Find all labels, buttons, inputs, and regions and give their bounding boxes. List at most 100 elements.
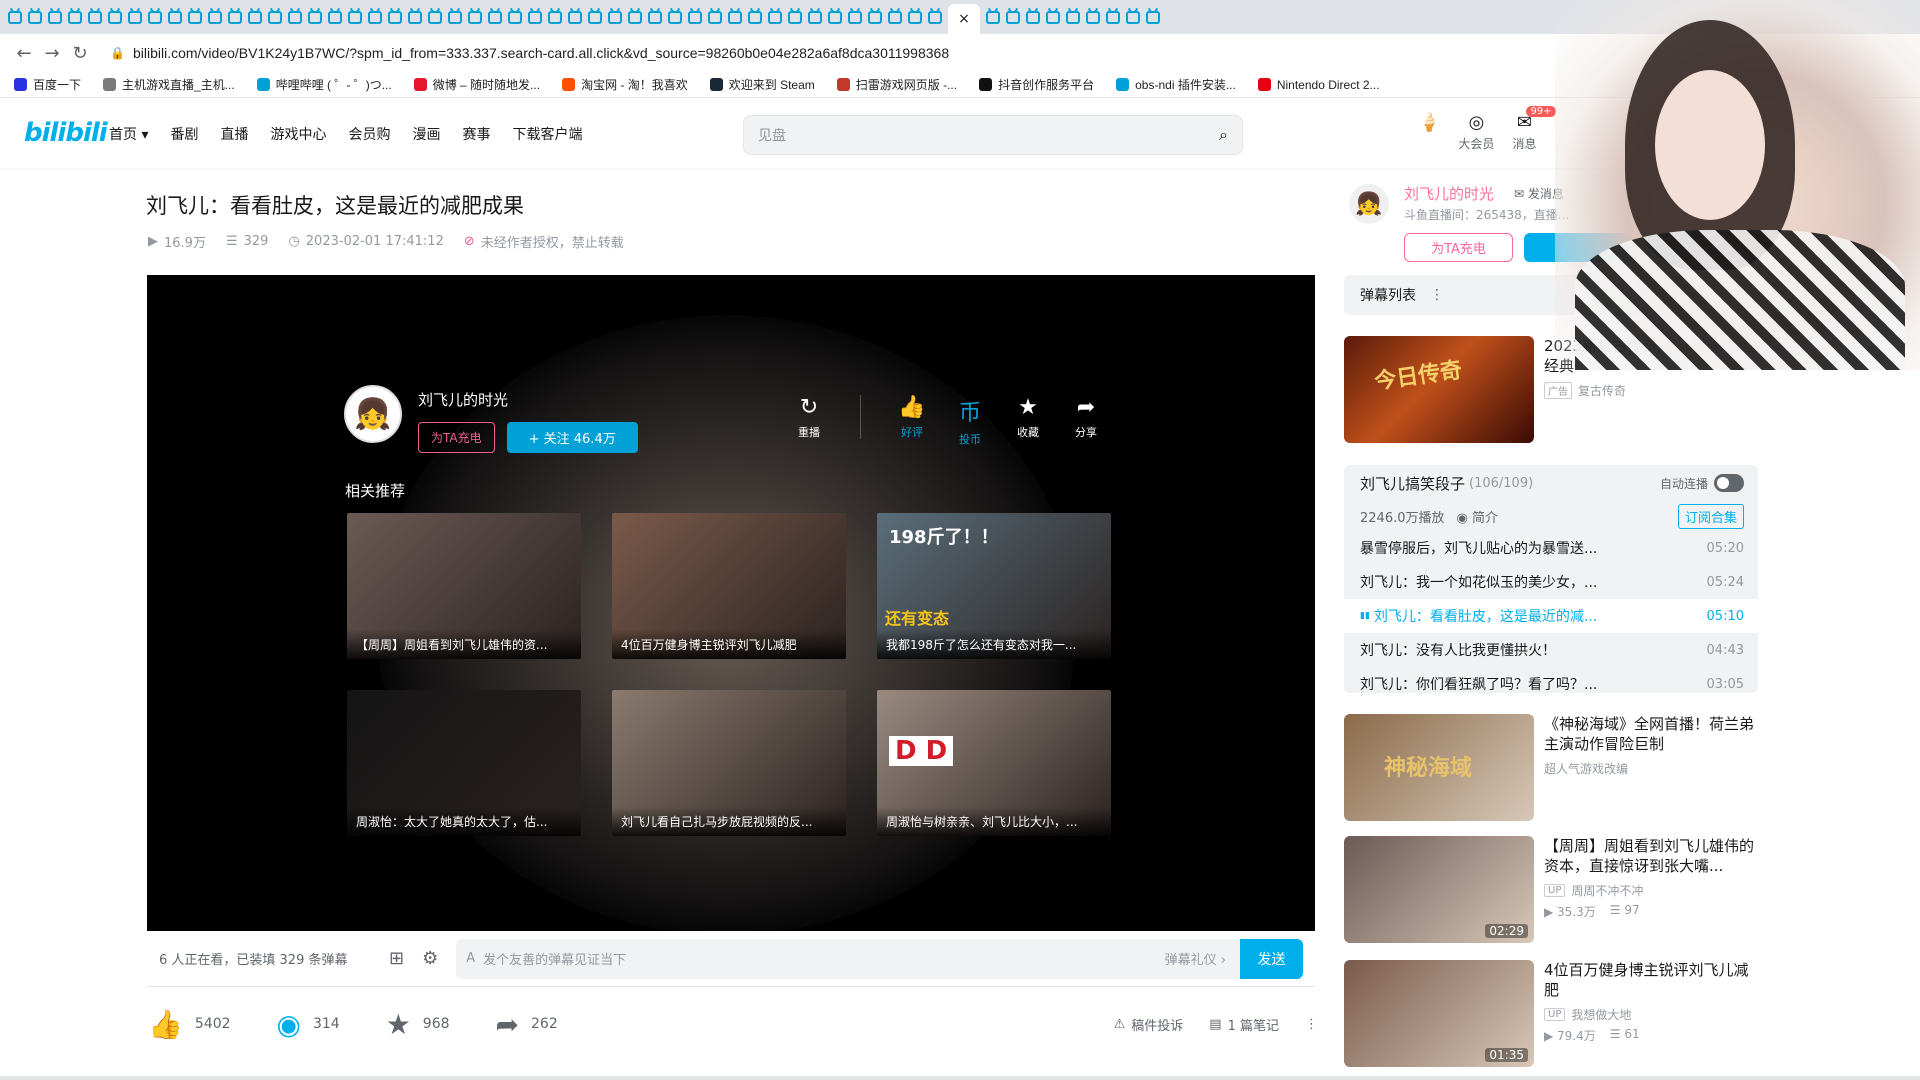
header-vip[interactable]: ◎ 大会员 bbox=[1458, 112, 1494, 152]
browser-tab-icon[interactable] bbox=[68, 10, 82, 24]
browser-tab-icon[interactable] bbox=[608, 10, 622, 24]
end-coin-button[interactable]: 币投币 bbox=[955, 395, 985, 447]
browser-tab-icon[interactable] bbox=[168, 10, 182, 24]
browser-tab-icon[interactable] bbox=[8, 10, 22, 24]
browser-tab-icon[interactable] bbox=[928, 10, 942, 24]
related-video-card[interactable]: 【周周】周姐看到刘飞儿雄伟的资... bbox=[347, 513, 581, 659]
nav-item[interactable]: 番剧 bbox=[170, 124, 198, 144]
bookmark-item[interactable]: obs-ndi 插件安装... bbox=[1116, 76, 1236, 93]
recommend-title[interactable]: 4位百万健身博主锐评刘飞儿减肥 bbox=[1544, 960, 1758, 1000]
nav-item[interactable]: 下载客户端 bbox=[512, 124, 582, 144]
recommend-card[interactable]: 神秘海域 《神秘海域》全网首播！荷兰弟主演动作冒险巨制 超人气游戏改编 bbox=[1344, 714, 1758, 822]
browser-tab-icon[interactable] bbox=[308, 10, 322, 24]
browser-tab-icon[interactable] bbox=[48, 10, 62, 24]
share-button[interactable]: ➦ 262 bbox=[496, 1008, 558, 1041]
recommend-card[interactable]: 01:35 4位百万健身博主锐评刘飞儿减肥 UP 我想做大地 ▶ 79.4万 ☰ 61 bbox=[1344, 960, 1758, 1068]
url-field[interactable]: 🔒 bilibili.com/video/BV1K24y1B7WC/?spm_i… bbox=[110, 45, 949, 61]
nav-item[interactable]: 直播 bbox=[220, 124, 248, 144]
end-favorite-button[interactable]: ★ 收藏 bbox=[1013, 395, 1043, 447]
nav-item[interactable]: 首页 ▾ bbox=[109, 124, 148, 144]
browser-tab-icon[interactable] bbox=[28, 10, 42, 24]
end-replay-button[interactable]: ↻ 重播 bbox=[794, 395, 824, 447]
playlist-item[interactable]: 刘飞儿：我一个如花似玉的美少女，... 05:24 bbox=[1344, 565, 1758, 599]
related-video-card[interactable]: D D 周淑怡与树亲亲、刘飞儿比大小，... bbox=[877, 690, 1111, 836]
browser-tab-icon[interactable] bbox=[288, 10, 302, 24]
browser-tab-icon[interactable] bbox=[828, 10, 842, 24]
browser-tab-icon[interactable] bbox=[328, 10, 342, 24]
end-like-button[interactable]: 👍 好评 bbox=[897, 395, 927, 447]
bookmark-item[interactable]: Nintendo Direct 2... bbox=[1257, 78, 1380, 92]
coin-button[interactable]: ◉ 314 bbox=[277, 1008, 340, 1041]
recommend-title[interactable]: 【周周】周姐看到刘飞儿雄伟的资本，直接惊讶到张大嘴... bbox=[1544, 836, 1758, 876]
search-icon[interactable]: ⌕ bbox=[1219, 125, 1228, 145]
autoplay-switch[interactable] bbox=[1714, 474, 1744, 492]
browser-tab-icon[interactable] bbox=[428, 10, 442, 24]
header-ice-cream[interactable]: 🍦 bbox=[1418, 112, 1440, 152]
browser-tab-icon[interactable] bbox=[1126, 10, 1140, 24]
nav-item[interactable]: 漫画 bbox=[412, 124, 440, 144]
subscribe-collection-button[interactable]: 订阅合集 bbox=[1677, 503, 1744, 529]
browser-tab-icon[interactable] bbox=[188, 10, 202, 24]
recommend-thumbnail[interactable]: 01:35 bbox=[1344, 960, 1534, 1067]
browser-tab-icon[interactable] bbox=[468, 10, 482, 24]
browser-tab-icon[interactable] bbox=[908, 10, 922, 24]
danmaku-etiquette-link[interactable]: 弹幕礼仪 › bbox=[1165, 949, 1240, 968]
recommend-up[interactable]: 超人气游戏改编 bbox=[1544, 760, 1758, 777]
playlist-item[interactable]: 刘飞儿：你们看狂飙了吗？看了吗？... 03:05 bbox=[1344, 667, 1758, 694]
browser-tab-icon[interactable] bbox=[1046, 10, 1060, 24]
browser-tab-icon[interactable] bbox=[986, 10, 1000, 24]
browser-tab-icon[interactable] bbox=[588, 10, 602, 24]
up-avatar[interactable]: 👧 bbox=[344, 385, 402, 443]
active-tab-close-icon[interactable]: × bbox=[948, 4, 980, 34]
related-video-card[interactable]: 刘飞儿看自己扎马步放屁视频的反... bbox=[612, 690, 846, 836]
browser-tab-icon[interactable] bbox=[1066, 10, 1080, 24]
danmaku-input[interactable]: A 发个友善的弹幕见证当下 弹幕礼仪 › bbox=[456, 938, 1240, 979]
browser-tab-icon[interactable] bbox=[268, 10, 282, 24]
browser-tab-icon[interactable] bbox=[528, 10, 542, 24]
bookmark-item[interactable]: 抖音创作服务平台 bbox=[979, 76, 1094, 93]
horizontal-scrollbar[interactable] bbox=[0, 1076, 1920, 1080]
browser-tab-icon[interactable] bbox=[88, 10, 102, 24]
recommend-up[interactable]: UP 周周不冲不冲 bbox=[1544, 882, 1758, 899]
bookmark-item[interactable]: 微博 – 随时随地发... bbox=[413, 76, 540, 93]
browser-tab-icon[interactable] bbox=[488, 10, 502, 24]
playlist-item[interactable]: 暴雪停服后，刘飞儿贴心的为暴雪送... 05:20 bbox=[1344, 531, 1758, 565]
back-button[interactable]: ← bbox=[10, 39, 38, 67]
browser-tab-icon[interactable] bbox=[688, 10, 702, 24]
browser-tab-icon[interactable] bbox=[388, 10, 402, 24]
nav-item[interactable]: 游戏中心 bbox=[270, 124, 326, 144]
end-follow-button[interactable]: + 关注 46.4万 bbox=[506, 422, 638, 453]
header-messages[interactable]: ✉ 99+ 消息 bbox=[1512, 106, 1556, 152]
playlist-item[interactable]: ▮▮ 刘飞儿：看看肚皮，这是最近的减... 05:10 bbox=[1344, 599, 1758, 633]
related-video-card[interactable]: 4位百万健身博主锐评刘飞儿减肥 bbox=[612, 513, 846, 659]
playlist-intro[interactable]: ◉ 简介 bbox=[1457, 507, 1499, 526]
browser-tab-icon[interactable] bbox=[448, 10, 462, 24]
danmaku-settings-icon[interactable]: ⚙ bbox=[422, 948, 438, 969]
recommend-thumbnail[interactable]: 神秘海域 bbox=[1344, 714, 1534, 821]
browser-tab-icon[interactable] bbox=[648, 10, 662, 24]
danmaku-toggle-icon[interactable]: ⊞ bbox=[389, 948, 404, 969]
browser-tab-icon[interactable] bbox=[1106, 10, 1120, 24]
browser-tab-icon[interactable] bbox=[1086, 10, 1100, 24]
browser-tab-icon[interactable] bbox=[728, 10, 742, 24]
browser-tab-icon[interactable] bbox=[1006, 10, 1020, 24]
recommend-up[interactable]: UP 我想做大地 bbox=[1544, 1006, 1758, 1023]
favorite-button[interactable]: ★ 968 bbox=[386, 1008, 450, 1041]
browser-tab-icon[interactable] bbox=[868, 10, 882, 24]
browser-tab-icon[interactable] bbox=[848, 10, 862, 24]
browser-tab-icon[interactable] bbox=[1026, 10, 1040, 24]
browser-tab-icon[interactable] bbox=[748, 10, 762, 24]
related-video-card[interactable]: 198斤了！！ 还有变态 我都198斤了怎么还有变态对我一... bbox=[877, 513, 1111, 659]
video-player[interactable]: 👧 刘飞儿的时光 为TA充电 + 关注 46.4万 ↻ 重播 👍 好评 币投币 ★ 收藏 ➦ 分… bbox=[147, 275, 1315, 931]
recommend-thumbnail[interactable]: 02:29 bbox=[1344, 836, 1534, 943]
browser-tab-icon[interactable] bbox=[808, 10, 822, 24]
playlist-item[interactable]: 刘飞儿：没有人比我更懂拱火！ 04:43 bbox=[1344, 633, 1758, 667]
text-format-icon[interactable]: A bbox=[466, 951, 475, 966]
autoplay-toggle[interactable]: 自动连播 bbox=[1660, 474, 1744, 492]
browser-tab-icon[interactable] bbox=[128, 10, 142, 24]
search-box[interactable]: 见盘 ⌕ bbox=[743, 115, 1243, 155]
bookmark-item[interactable]: 百度一下 bbox=[14, 76, 81, 93]
browser-tab-icon[interactable] bbox=[888, 10, 902, 24]
bookmark-item[interactable]: 淘宝网 - 淘！我喜欢 bbox=[562, 76, 688, 93]
browser-tab-icon[interactable] bbox=[368, 10, 382, 24]
